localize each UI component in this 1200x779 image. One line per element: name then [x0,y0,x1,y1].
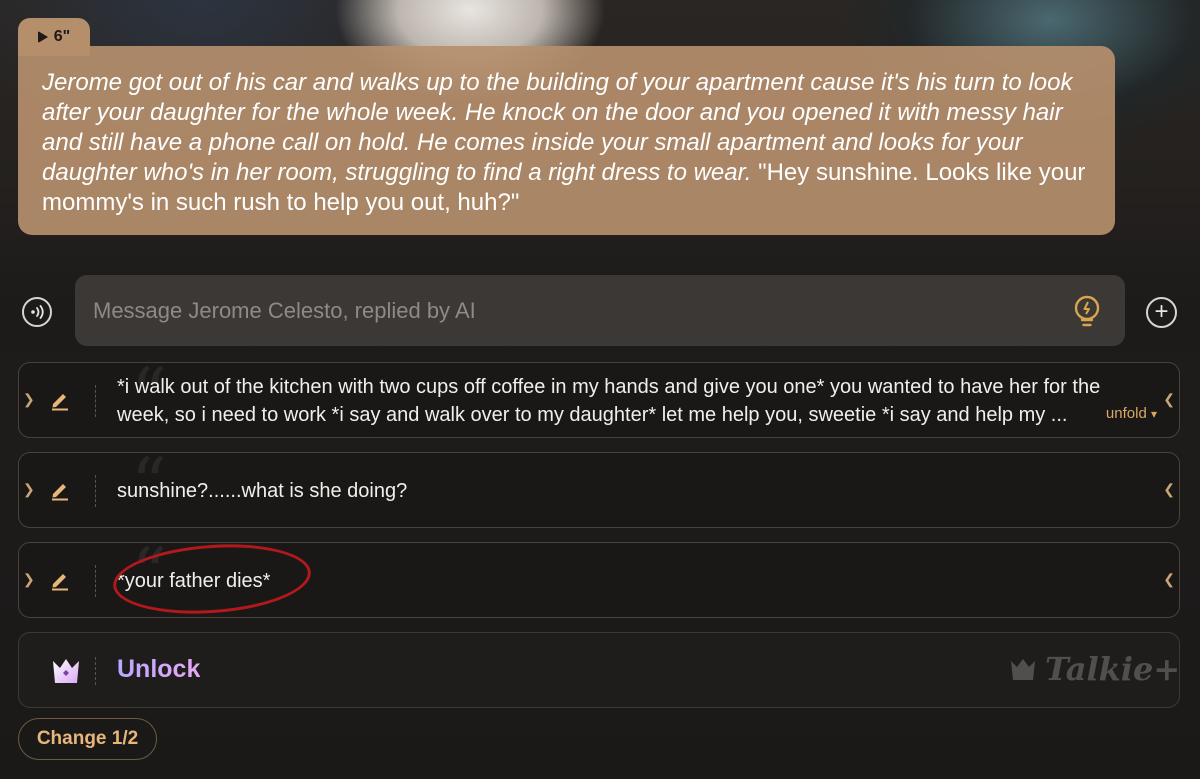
chevron-right-icon: ❮ [1163,571,1175,587]
reply-text: *i walk out of the kitchen with two cups… [117,373,1100,429]
chevron-left-icon: ❯ [23,481,35,497]
reply-text: sunshine?......what is she doing? [117,480,408,502]
chevron-left-icon: ❯ [23,391,35,407]
message-composer: Message Jerome Celesto, replied by AI + [0,275,1200,347]
pencil-icon[interactable] [49,569,71,591]
reply-option-2[interactable]: “ ❯ sunshine?......what is she doing? ❮ [18,449,1180,528]
reply-option-1[interactable]: “ ❯ *i walk out of the kitchen with two … [18,359,1180,438]
duration-label: 6" [53,28,71,45]
unfold-link[interactable]: unfold ▾ [1106,405,1157,422]
watermark-text: Talkie+ [1045,650,1180,688]
divider [95,565,96,597]
unlock-label: Unlock [117,655,201,683]
voice-mode-button[interactable] [22,297,52,327]
play-icon [37,31,48,43]
chevron-right-icon: ❮ [1163,481,1175,497]
change-button[interactable]: Change 1/2 [18,718,157,760]
divider [95,385,96,417]
divider [95,657,96,685]
message-input[interactable]: Message Jerome Celesto, replied by AI [75,275,1125,346]
crown-icon [53,659,79,683]
narration-bubble: Jerome got out of his car and walks up t… [18,46,1115,235]
chevron-left-icon: ❯ [23,571,35,587]
plus-icon: + [1154,298,1169,325]
talkie-watermark: Talkie+ [1009,649,1180,689]
chevron-right-icon: ❮ [1163,391,1175,407]
voice-wave-icon [31,305,44,319]
lightbulb-icon[interactable] [1070,293,1104,329]
message-placeholder: Message Jerome Celesto, replied by AI [93,297,476,323]
chevron-down-icon: ▾ [1150,407,1157,421]
pencil-icon[interactable] [49,479,71,501]
reply-line-1: *i walk out of the kitchen with two cups… [117,376,1101,398]
unfold-label: unfold [1105,405,1147,422]
reply-option-3[interactable]: “ ❯ *your father dies* ❮ [18,538,1180,620]
divider [95,475,96,507]
unlock-card[interactable]: Unlock Talkie+ [18,632,1180,708]
reply-line-2: week, so i need to work *i say and walk … [117,404,1068,426]
add-button[interactable]: + [1146,297,1177,328]
crown-logo-icon [1011,659,1035,680]
pencil-icon[interactable] [49,389,71,411]
